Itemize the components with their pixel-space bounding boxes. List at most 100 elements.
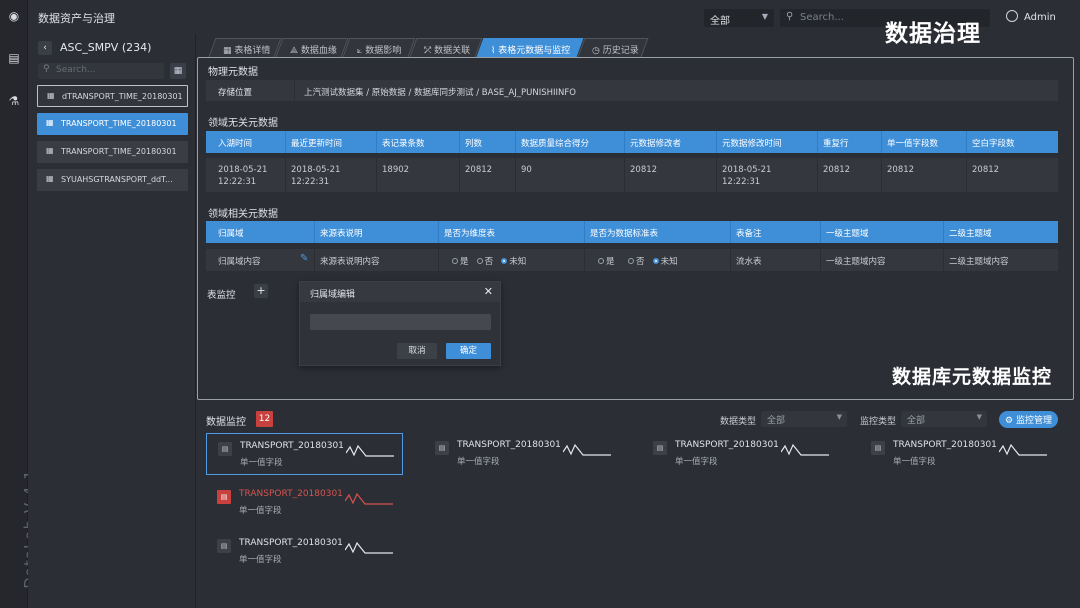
- monitor-card[interactable]: ▤ TRANSPORT_20180301 单一值字段: [860, 433, 1057, 475]
- divider: [817, 131, 818, 153]
- monitor-card[interactable]: ▤ TRANSPORT_20180301 单一值字段: [424, 433, 621, 475]
- tab-history[interactable]: ◷ 历史记录: [577, 38, 649, 57]
- divider: [376, 131, 377, 153]
- table-search-input[interactable]: ⚲ Search...: [38, 63, 164, 79]
- domain-input[interactable]: [310, 314, 491, 330]
- tab-metadata-monitor[interactable]: ⌇ 表格元数据与监控: [476, 38, 584, 57]
- radio-no[interactable]: [476, 258, 483, 264]
- monitor-card-name: TRANSPORT_20180301: [239, 489, 343, 499]
- col-header: 一级主题域: [826, 229, 869, 239]
- edit-icon[interactable]: ✎: [300, 253, 308, 264]
- table-icon: ▦: [46, 146, 54, 155]
- col-header: 元数据修改者: [630, 139, 682, 149]
- scope-select-value: 全部: [710, 16, 730, 27]
- data-type-select[interactable]: 全部 ▼: [761, 411, 847, 427]
- scope-select[interactable]: 全部 ▼: [704, 9, 774, 27]
- table-icon: ▦: [46, 118, 54, 127]
- divider: [515, 131, 516, 153]
- chevron-down-icon: ▼: [976, 413, 982, 421]
- sparkline-icon: [345, 541, 393, 554]
- overlay-subtitle: 数据库元数据监控: [892, 366, 1053, 388]
- domain-free-header: 入湖时间 最近更新时间 表记录条数 列数 数据质量综合得分 元数据修改者 元数据…: [206, 131, 1058, 153]
- table-nav-icon[interactable]: ▤: [7, 51, 21, 65]
- add-monitor-button[interactable]: +: [254, 284, 268, 298]
- table-list-item[interactable]: ▦ TRANSPORT_TIME_20180301: [37, 113, 188, 135]
- chevron-down-icon: ▼: [836, 413, 842, 421]
- radio-yes[interactable]: [598, 258, 604, 264]
- cancel-button[interactable]: 取消: [397, 343, 437, 359]
- divider: [314, 249, 315, 271]
- radio-unknown[interactable]: [501, 258, 508, 264]
- confirm-button[interactable]: 确定: [446, 343, 491, 359]
- table-list-panel: ‹ ASC_SMPV (234) ⚲ Search... ▦ ▦ dTRANSPO…: [28, 34, 196, 608]
- cell-meta-modifier: 20812: [630, 165, 658, 175]
- monitor-card-metric: 单一值字段: [239, 506, 282, 516]
- monitor-card[interactable]: ▤ TRANSPORT_20180301 单一值字段: [206, 433, 403, 475]
- monitor-type-value: 全部: [907, 416, 926, 426]
- table-list-item[interactable]: ▦ dTRANSPORT_TIME_20180301: [37, 85, 188, 107]
- radio-no[interactable]: [628, 258, 635, 264]
- storage-label: 存储位置: [218, 88, 253, 98]
- table-list-item[interactable]: ▦ SYUAHSGTRANSPORT_ddT...: [37, 169, 188, 191]
- lab-flask-icon[interactable]: ⚗: [7, 94, 21, 108]
- data-type-value: 全部: [767, 416, 786, 426]
- close-icon[interactable]: ✕: [484, 285, 493, 298]
- tab-relation[interactable]: ⤱ 数据关联: [409, 38, 483, 57]
- domain-free-row: 2018-05-21 12:22:31 2018-05-21 12:22:31 …: [206, 158, 1058, 192]
- col-header: 归属域: [218, 229, 244, 239]
- divider: [730, 249, 731, 271]
- monitor-card-metric: 单一值字段: [240, 458, 283, 468]
- search-icon: ⚲: [43, 64, 50, 74]
- cell-update-time: 12:22:31: [291, 177, 330, 187]
- sparkline-icon: [346, 444, 394, 457]
- monitor-card-metric: 单一值字段: [457, 457, 500, 467]
- monitor-card[interactable]: ▤ TRANSPORT_20180301 单一值字段: [642, 433, 839, 475]
- logo-icon[interactable]: ◉: [7, 9, 21, 23]
- divider: [881, 131, 882, 153]
- radio-yes[interactable]: [452, 258, 458, 264]
- back-button[interactable]: ‹: [38, 41, 52, 55]
- database-name: ASC_SMPV (234): [60, 41, 152, 54]
- tab-lineage[interactable]: ⟁ 数据血缘: [275, 38, 349, 57]
- dialog-title: 归属域编辑: [310, 290, 356, 300]
- domain-related-row: 归属域内容 ✎ 来源表说明内容 是 否 未知 是 否 未知 流水表 一级主题域内…: [206, 249, 1058, 271]
- table-monitor-label: 表监控: [207, 290, 236, 301]
- divider: [716, 158, 717, 192]
- std-table-radio-group[interactable]: 是 否 未知: [598, 255, 678, 267]
- cell-level1-domain: 一级主题域内容: [826, 257, 886, 267]
- divider: [716, 131, 717, 153]
- monitor-card[interactable]: ▤ TRANSPORT_20180301 单一值字段: [206, 531, 403, 573]
- dim-table-radio-group[interactable]: 是 否 未知: [452, 255, 526, 267]
- tab-table-details[interactable]: ▦ 表格详情: [208, 38, 282, 57]
- grid-view-button[interactable]: ▦: [170, 63, 186, 79]
- divider: [438, 221, 439, 243]
- monitor-card-metric: 单一值字段: [675, 457, 718, 467]
- table-list-item[interactable]: ▦ TRANSPORT_TIME_20180301: [37, 141, 188, 163]
- tab-impact[interactable]: ⟀ 数据影响: [342, 38, 416, 57]
- monitor-card-metric: 单一值字段: [893, 457, 936, 467]
- user-menu[interactable]: Admin: [1006, 10, 1056, 23]
- physical-meta-title: 物理元数据: [208, 67, 258, 78]
- cell-meta-mod-date: 2018-05-21: [722, 165, 772, 175]
- col-header: 来源表说明: [320, 229, 363, 239]
- col-header: 数据质量综合得分: [521, 139, 590, 149]
- col-header: 列数: [465, 139, 483, 149]
- col-header: 表备注: [736, 229, 762, 239]
- monitor-manage-button[interactable]: ⚙ 监控管理: [999, 411, 1058, 428]
- monitor-card-metric: 单一值字段: [239, 555, 282, 565]
- monitor-card[interactable]: ▤ TRANSPORT_20180301 单一值字段: [206, 482, 403, 524]
- col-header: 是否为数据标准表: [590, 229, 659, 239]
- col-header: 最近更新时间: [291, 139, 343, 149]
- cell-blank-fields: 20812: [972, 165, 1000, 175]
- cell-source-desc: 来源表说明内容: [320, 257, 380, 267]
- divider: [294, 80, 295, 101]
- radio-no-label: 否: [484, 257, 494, 267]
- domain-free-title: 领域无关元数据: [208, 118, 278, 129]
- divider: [459, 131, 460, 153]
- domain-related-header: 归属域 来源表说明 是否为维度表 是否为数据标准表 表备注 一级主题域 二级主题…: [206, 221, 1058, 243]
- radio-unknown[interactable]: [652, 258, 659, 264]
- monitor-type-select[interactable]: 全部 ▼: [901, 411, 987, 427]
- cell-duplicate-rows: 20812: [823, 165, 851, 175]
- cell-quality-score: 90: [521, 165, 532, 175]
- gear-icon: ⚙: [1005, 416, 1014, 426]
